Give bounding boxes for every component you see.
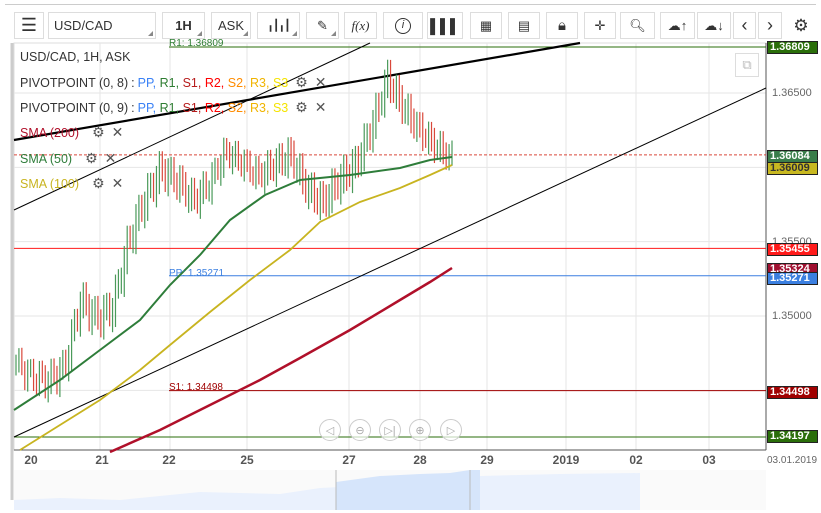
r1-line-label: R1: 1.36809	[169, 38, 224, 49]
close-icon[interactable]: ✕	[315, 99, 327, 116]
popout-icon[interactable]: ⧉	[735, 53, 759, 77]
gear-icon[interactable]: ⚙	[295, 99, 308, 116]
legend-sma50: SMA (50) ⚙ ✕	[20, 150, 116, 167]
sma200-label: SMA (200)	[20, 125, 80, 140]
zoom-in-button[interactable]: ⊕	[409, 419, 431, 441]
pivot-item-r1: R1,	[159, 100, 183, 115]
pivot-item-r3: R3,	[250, 100, 273, 115]
gear-icon[interactable]: ⚙	[92, 175, 105, 192]
gear-icon[interactable]: ⚙	[295, 74, 308, 91]
price-tick: 1.36500	[772, 87, 812, 99]
x-tick: 03	[702, 453, 716, 467]
pivot-items: PP, R1, S1, R2, S2, R3, S3	[138, 101, 289, 115]
price-tick: 1.35000	[772, 310, 812, 322]
pivot-item-r2: R2,	[204, 75, 228, 90]
zoom-out-button[interactable]: ⊖	[349, 419, 371, 441]
sma50-label: SMA (50)	[20, 151, 73, 166]
close-icon[interactable]: ✕	[112, 124, 124, 141]
pivot-item-s3: S3	[272, 75, 289, 90]
pivot-item-pp: PP,	[137, 100, 160, 115]
zoom-out-icon: ⊖	[355, 424, 365, 437]
pivot-item-s3: S3	[272, 100, 289, 115]
pivot-item-s2: S2,	[227, 100, 250, 115]
x-tick: 28	[413, 453, 427, 467]
pivot-2-label: PIVOTPOINT (0, 9)	[20, 100, 129, 115]
price-label: 1.35455	[767, 243, 818, 256]
x-tick: 27	[342, 453, 356, 467]
scroll-end-button[interactable]: ▷|	[379, 419, 401, 441]
legend-pivot-2: PIVOTPOINT (0, 9) : PP, R1, S1, R2, S2, R…	[20, 99, 327, 116]
scroll-right-button[interactable]: ▷	[440, 419, 462, 441]
legend-pivot-1: PIVOTPOINT (0, 8) : PP, R1, S1, R2, S2, R…	[20, 74, 327, 91]
x-tick: 02	[629, 453, 643, 467]
pivot-item-pp: PP,	[137, 75, 160, 90]
legend-sma100: SMA (100) ⚙ ✕	[20, 175, 123, 192]
close-icon[interactable]: ✕	[315, 74, 327, 91]
x-tick: 20	[24, 453, 38, 467]
x-tick: 2019	[552, 453, 580, 467]
pp-line-label: PP: 1.35271	[169, 268, 225, 279]
pivot-item-r2: R2,	[204, 100, 228, 115]
zoom-in-icon: ⊕	[415, 424, 425, 437]
end-date-label: 03.01.2019	[767, 455, 818, 466]
pivot-items: PP, R1, S1, R2, S2, R3, S3	[138, 76, 289, 90]
separator: :	[131, 100, 135, 115]
price-label: 1.36009	[767, 162, 818, 175]
s1-line-label: S1: 1.34498	[169, 382, 223, 393]
pivot-item-s2: S2,	[227, 75, 250, 90]
pivot-item-r1: R1,	[159, 75, 183, 90]
pivot-1-label: PIVOTPOINT (0, 8)	[20, 75, 129, 90]
x-tick: 22	[162, 453, 176, 467]
x-tick: 25	[240, 453, 254, 467]
legend-title: USD/CAD, 1H, ASK	[20, 50, 130, 64]
sma100-label: SMA (100)	[20, 176, 80, 191]
pivot-item-r3: R3,	[250, 75, 273, 90]
legend-title-text: USD/CAD, 1H, ASK	[20, 50, 131, 64]
triangle-right-icon: ▷	[446, 424, 456, 437]
gear-icon[interactable]: ⚙	[85, 150, 98, 167]
gear-icon[interactable]: ⚙	[92, 124, 105, 141]
x-tick: 29	[480, 453, 494, 467]
sma50-line	[13, 156, 453, 411]
skip-end-icon: ▷|	[384, 424, 396, 437]
price-label: 1.34197	[767, 430, 818, 443]
pivot-item-s1: S1,	[182, 100, 205, 115]
scroll-left-button[interactable]: ◁	[319, 419, 341, 441]
x-tick: 21	[95, 453, 109, 467]
legend-sma200: SMA (200) ⚙ ✕	[20, 124, 123, 141]
triangle-left-icon: ◁	[325, 424, 335, 437]
price-label: 1.36809	[767, 41, 818, 54]
close-icon[interactable]: ✕	[112, 175, 124, 192]
price-label: 1.34498	[767, 386, 818, 399]
close-icon[interactable]: ✕	[105, 150, 117, 167]
price-label: 1.35271	[767, 272, 818, 285]
pivot-item-s1: S1,	[182, 75, 205, 90]
separator: :	[131, 75, 135, 90]
